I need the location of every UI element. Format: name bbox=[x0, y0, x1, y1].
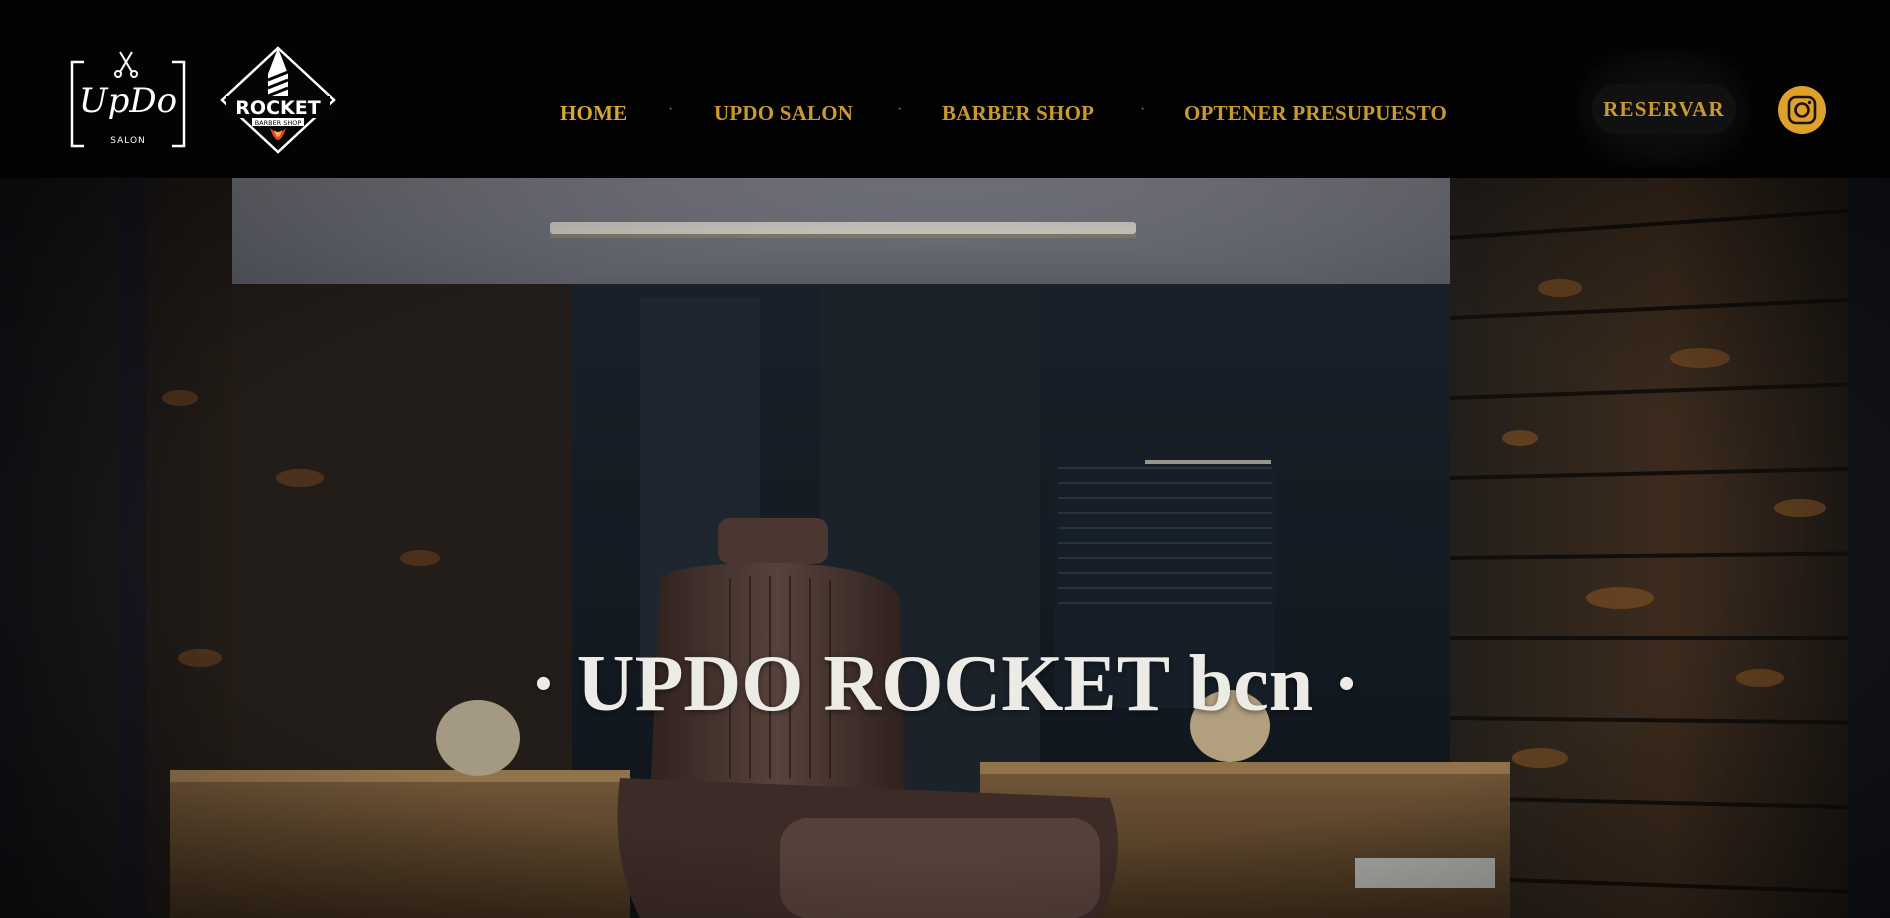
reserve-button[interactable]: RESERVAR bbox=[1592, 84, 1736, 134]
nav-barber-shop[interactable]: BARBER SHOP bbox=[942, 95, 1094, 131]
hero-title: · UPDO ROCKET bcn · bbox=[530, 640, 1360, 728]
instagram-link[interactable] bbox=[1778, 86, 1826, 134]
nav-separator: · bbox=[897, 101, 903, 118]
nav-home[interactable]: HOME bbox=[560, 95, 627, 131]
nav-separator: · bbox=[668, 101, 674, 118]
hero-banner bbox=[0, 178, 1890, 918]
barber-shop-interior-image bbox=[0, 178, 1890, 918]
instagram-icon bbox=[1787, 95, 1817, 125]
nav-optener-presupuesto[interactable]: OPTENER PRESUPUESTO bbox=[1184, 95, 1447, 131]
nav-updo-salon[interactable]: UPDO SALON bbox=[714, 95, 853, 131]
svg-text:SALON: SALON bbox=[110, 136, 146, 146]
nav-separator: · bbox=[1140, 101, 1146, 118]
site-header: UpDo SALON ROCKET BARBER SHOP HOME · UPD… bbox=[0, 0, 1890, 178]
